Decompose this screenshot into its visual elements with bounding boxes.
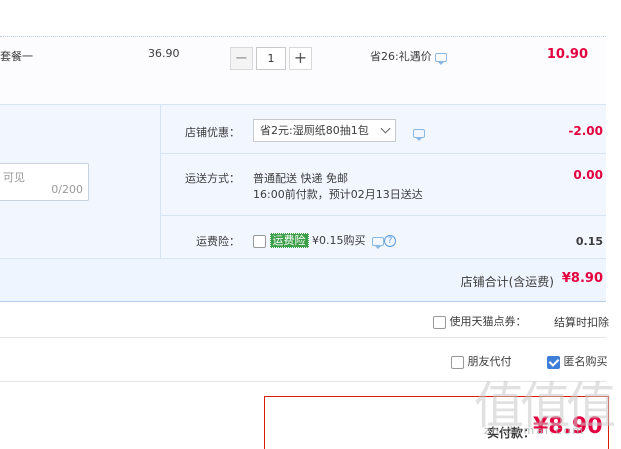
friend-pay-checkbox[interactable] (451, 355, 464, 369)
shipping-label: 运送方式： (185, 172, 240, 185)
insurance-label: 运费险： (196, 235, 240, 248)
points-checkbox[interactable] (433, 315, 446, 329)
shop-section: 可见 0/200 店铺优惠： 省2元:湿厕纸80抽1包 -2.00 运送方式： … (0, 104, 606, 259)
quantity-plus-button[interactable]: + (289, 47, 312, 70)
shop-total-row: 店铺合计(含运费) ¥8.90 (0, 258, 606, 302)
shipping-method: 普通配送 快递 免邮 (253, 172, 348, 185)
divider (160, 153, 606, 154)
item-name: 套餐一 (0, 50, 33, 63)
chat-icon[interactable] (372, 236, 384, 249)
shipping-amount: 0.00 (573, 168, 603, 182)
insurance-amount: 0.15 (575, 235, 603, 248)
chevron-down-icon (380, 123, 391, 134)
coupon-discount-amount: -2.00 (568, 124, 603, 138)
quantity-minus-button[interactable]: − (230, 47, 253, 70)
insurance-price: ¥0.15购买 (312, 234, 366, 247)
message-placeholder: 可见 (3, 171, 25, 184)
coupon-label: 店铺优惠： (185, 126, 240, 139)
insurance-tag: 运费险 (269, 233, 309, 248)
item-promo-text: 省26:礼遇价 (370, 50, 432, 63)
buyer-message-input[interactable]: 可见 0/200 (0, 163, 89, 201)
coupon-select[interactable]: 省2元:湿厕纸80抽1包 (253, 119, 396, 142)
item-promo: 省26:礼遇价 (370, 48, 447, 65)
shipping-eta: 16:00前付款，预计02月13日送达 (253, 188, 423, 201)
chat-icon[interactable] (434, 52, 447, 65)
order-item-row: 套餐一 36.90 − 1 + 省26:礼遇价 10.90 (0, 36, 606, 104)
points-label: 使用天猫点券： (449, 315, 527, 328)
watermark-site: zhidemai.com (484, 424, 586, 437)
item-subtotal: 10.90 (546, 47, 588, 62)
coupon-selected-value: 省2元:湿厕纸80抽1包 (260, 124, 369, 137)
message-char-count: 0/200 (51, 183, 83, 196)
quantity-stepper[interactable]: − 1 + (230, 47, 312, 70)
insurance-option[interactable]: 运费险 ¥0.15购买 ? (253, 232, 396, 249)
divider (0, 337, 606, 338)
shop-total-value: ¥8.90 (561, 271, 603, 286)
shop-total-label: 店铺合计(含运费) (460, 275, 554, 289)
insurance-checkbox[interactable] (253, 234, 266, 248)
chat-icon[interactable] (413, 128, 425, 141)
item-unit-price: 36.90 (148, 47, 180, 60)
help-icon[interactable]: ? (384, 235, 396, 247)
points-option[interactable]: 使用天猫点券： (433, 313, 527, 329)
points-note: 结算时扣除 (554, 316, 609, 329)
divider (160, 105, 161, 259)
quantity-input[interactable]: 1 (256, 47, 286, 70)
divider (160, 215, 606, 216)
